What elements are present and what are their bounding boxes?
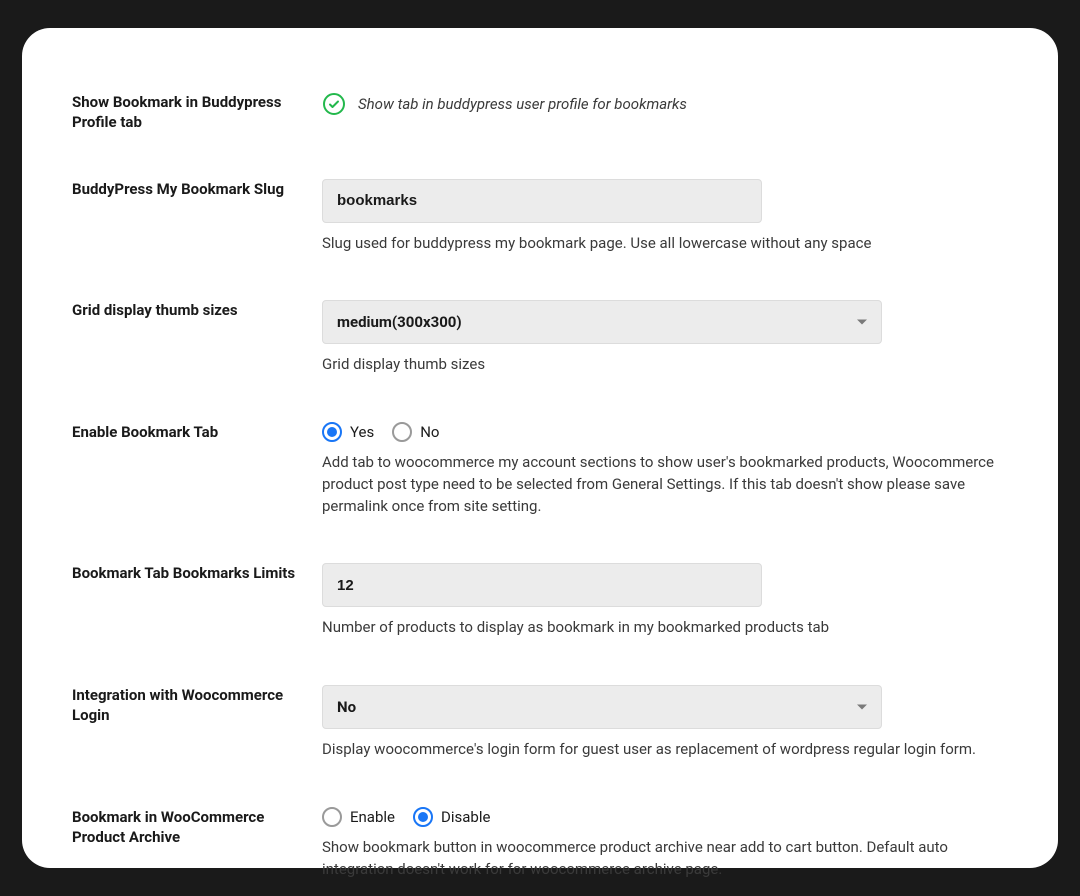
- grid-thumb-help: Grid display thumb sizes: [322, 354, 1008, 376]
- chevron-down-icon: [857, 320, 867, 325]
- woo-login-selected: No: [337, 698, 356, 716]
- enable-tab-no-label: No: [420, 423, 439, 441]
- woo-archive-disable[interactable]: Disable: [413, 807, 490, 827]
- row-grid-thumb: Grid display thumb sizes medium(300x300)…: [72, 300, 1008, 376]
- woo-login-help: Display woocommerce's login form for gue…: [322, 739, 1008, 761]
- row-woo-archive: Bookmark in WooCommerce Product Archive …: [72, 807, 1008, 881]
- label-grid-thumb: Grid display thumb sizes: [72, 300, 302, 320]
- woo-archive-enable[interactable]: Enable: [322, 807, 395, 827]
- bp-slug-help: Slug used for buddypress my bookmark pag…: [322, 233, 1008, 255]
- show-bookmark-bp-note: Show tab in buddypress user profile for …: [358, 95, 687, 113]
- label-show-bookmark-bp: Show Bookmark in Buddypress Profile tab: [72, 92, 302, 133]
- settings-panel: Show Bookmark in Buddypress Profile tab …: [22, 28, 1058, 868]
- woo-archive-radios: Enable Disable: [322, 807, 1008, 827]
- label-woo-login: Integration with Woocommerce Login: [72, 685, 302, 726]
- row-woo-login: Integration with Woocommerce Login No Di…: [72, 685, 1008, 761]
- row-enable-tab: Enable Bookmark Tab Yes No Add tab to wo…: [72, 422, 1008, 517]
- row-show-bookmark-bp: Show Bookmark in Buddypress Profile tab …: [72, 92, 1008, 133]
- woo-login-select[interactable]: No: [322, 685, 882, 729]
- chevron-down-icon: [857, 705, 867, 710]
- grid-thumb-selected: medium(300x300): [337, 313, 462, 331]
- bp-slug-input[interactable]: [322, 179, 762, 223]
- radio-icon: [322, 807, 342, 827]
- enable-tab-help: Add tab to woocommerce my account sectio…: [322, 452, 1008, 517]
- label-bp-slug: BuddyPress My Bookmark Slug: [72, 179, 302, 199]
- grid-thumb-select[interactable]: medium(300x300): [322, 300, 882, 344]
- woo-archive-enable-label: Enable: [350, 808, 395, 826]
- label-woo-archive: Bookmark in WooCommerce Product Archive: [72, 807, 302, 848]
- row-bp-slug: BuddyPress My Bookmark Slug Slug used fo…: [72, 179, 1008, 255]
- woo-archive-help: Show bookmark button in woocommerce prod…: [322, 837, 1008, 881]
- radio-icon: [413, 807, 433, 827]
- tab-limit-input[interactable]: [322, 563, 762, 607]
- check-circle-icon[interactable]: [322, 92, 346, 116]
- row-tab-limit: Bookmark Tab Bookmarks Limits Number of …: [72, 563, 1008, 639]
- radio-icon: [392, 422, 412, 442]
- tab-limit-help: Number of products to display as bookmar…: [322, 617, 1008, 639]
- enable-tab-yes-label: Yes: [350, 423, 374, 441]
- enable-tab-no[interactable]: No: [392, 422, 439, 442]
- label-enable-tab: Enable Bookmark Tab: [72, 422, 302, 442]
- enable-tab-radios: Yes No: [322, 422, 1008, 442]
- enable-tab-yes[interactable]: Yes: [322, 422, 374, 442]
- label-tab-limit: Bookmark Tab Bookmarks Limits: [72, 563, 302, 583]
- woo-archive-disable-label: Disable: [441, 808, 490, 826]
- radio-icon: [322, 422, 342, 442]
